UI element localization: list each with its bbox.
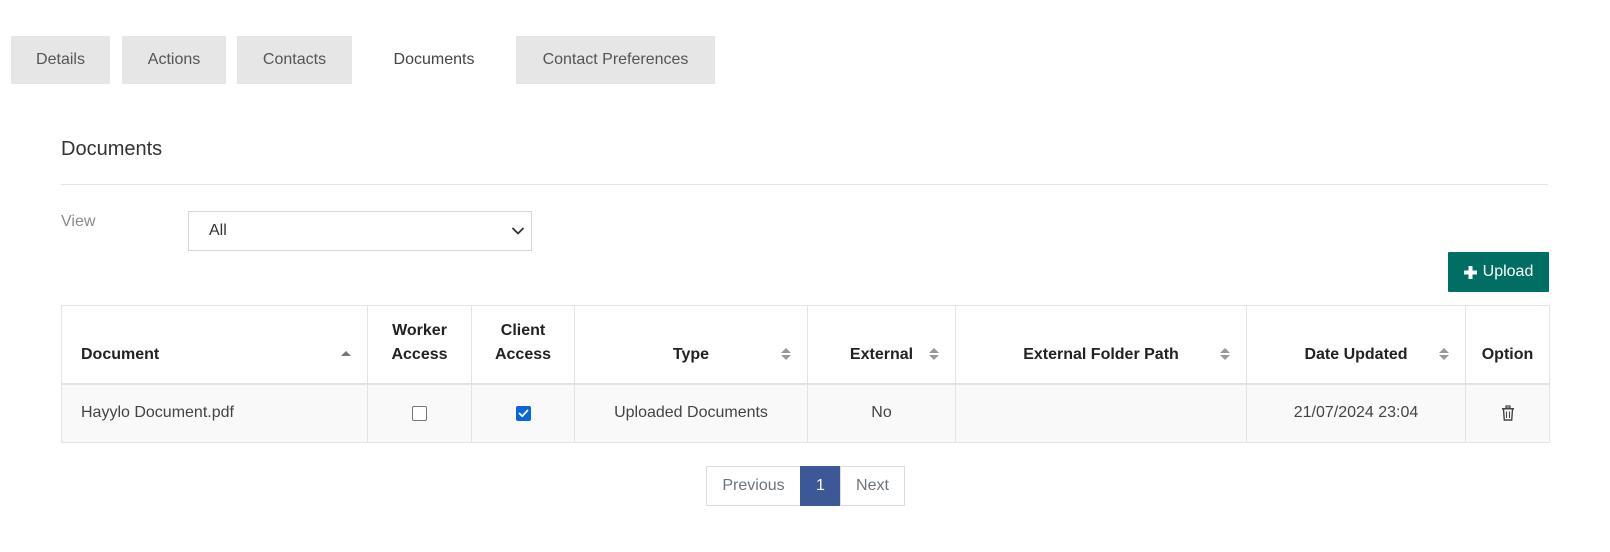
cell-client-access [471,382,575,443]
client-access-checkbox[interactable] [515,405,531,421]
pagination-next[interactable]: Next [840,466,905,506]
cell-external: No [807,382,956,443]
column-header-external-folder-path[interactable]: External Folder Path [955,305,1247,384]
worker-access-checkbox[interactable] [412,405,427,421]
tab-contacts[interactable]: Contacts [237,36,352,84]
documents-table: Document Worker Access Client Access Typ… [61,305,1550,443]
sort-asc-icon [341,350,351,356]
cell-document: Hayylo Document.pdf [61,382,368,443]
column-header-external[interactable]: External [807,305,956,384]
tab-actions[interactable]: Actions [122,36,226,84]
cell-date-updated: 21/07/2024 23:04 [1246,382,1466,443]
sort-icon [1220,347,1230,360]
column-header-worker-access: Worker Access [367,305,472,384]
upload-button[interactable]: Upload [1448,252,1549,292]
cell-worker-access [367,382,472,443]
plus-icon [1463,265,1477,279]
tab-documents[interactable]: Documents [364,36,504,84]
column-header-document[interactable]: Document [61,305,368,384]
pagination-previous[interactable]: Previous [706,466,801,506]
section-title: Documents [61,138,163,160]
column-header-type[interactable]: Type [574,305,808,384]
column-header-option: Option [1465,305,1550,384]
pagination-page-1[interactable]: 1 [800,466,841,506]
tab-details[interactable]: Details [11,36,110,84]
column-header-date-updated[interactable]: Date Updated [1246,305,1466,384]
cell-external-folder-path [955,382,1247,443]
table-row: Hayylo Document.pdf Uploaded Documents N… [61,382,1550,443]
trash-icon[interactable] [1501,405,1515,421]
view-label: View [61,213,96,230]
cell-type: Uploaded Documents [574,382,808,443]
tab-contact-preferences[interactable]: Contact Preferences [516,36,715,84]
cell-option [1465,382,1550,443]
checkmark-icon [518,409,528,417]
view-select-value: All [209,222,227,239]
chevron-down-icon [512,227,524,235]
sort-icon [929,347,939,360]
pagination: Previous 1 Next [706,466,905,506]
sort-icon [1439,347,1449,360]
sort-icon [781,347,791,360]
view-select[interactable]: All [188,211,532,251]
table-header-row: Document Worker Access Client Access Typ… [61,305,1550,384]
section-divider [61,184,1548,185]
upload-button-label: Upload [1482,263,1534,280]
column-header-client-access: Client Access [471,305,575,384]
